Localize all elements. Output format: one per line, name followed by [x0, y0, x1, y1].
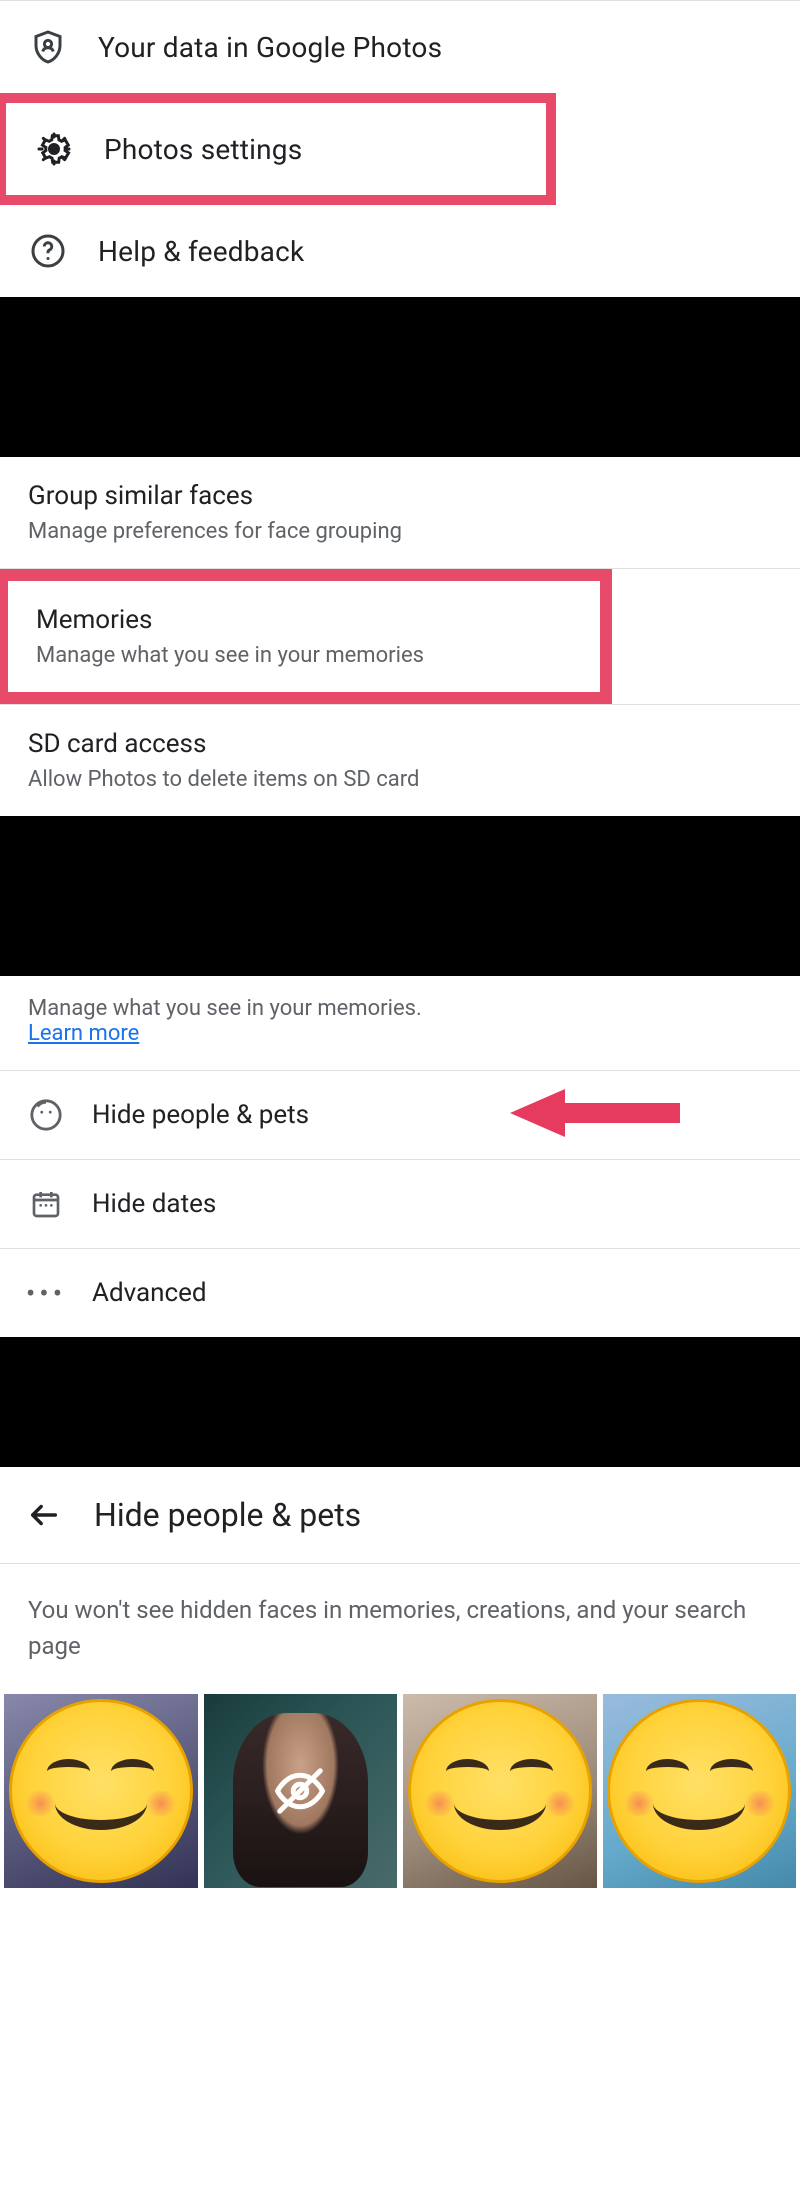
memories-description: Manage what you see in your memories. [28, 996, 422, 1021]
calendar-icon [28, 1186, 64, 1222]
setting-title: Memories [36, 605, 572, 635]
setting-title: SD card access [28, 729, 772, 759]
more-dots-icon: ••• [28, 1275, 64, 1311]
setting-subtitle: Manage what you see in your memories [36, 643, 572, 668]
hidden-eye-icon [204, 1694, 398, 1888]
option-hide-dates[interactable]: Hide dates [0, 1160, 800, 1249]
setting-subtitle: Manage preferences for face grouping [28, 519, 772, 544]
callout-arrow-icon [510, 1083, 680, 1147]
face-tile[interactable] [603, 1694, 797, 1888]
setting-subtitle: Allow Photos to delete items on SD card [28, 767, 772, 792]
menu-item-your-data[interactable]: Your data in Google Photos [0, 1, 800, 93]
menu-item-label: Your data in Google Photos [98, 31, 442, 64]
page-header: Hide people & pets [0, 1467, 800, 1564]
faces-grid [0, 1694, 800, 1892]
option-advanced[interactable]: ••• Advanced [0, 1249, 800, 1337]
hide-people-info: You won't see hidden faces in memories, … [0, 1564, 800, 1694]
highlight-memories: Memories Manage what you see in your mem… [0, 569, 612, 704]
gear-icon [34, 129, 74, 169]
redaction-band [0, 816, 800, 976]
menu-item-label: Photos settings [104, 133, 302, 166]
emoji-face-icon [607, 1699, 791, 1883]
memories-description-block: Manage what you see in your memories. Le… [0, 976, 800, 1071]
option-label: Hide dates [92, 1189, 216, 1219]
shield-privacy-icon [28, 27, 68, 67]
emoji-face-icon [408, 1699, 592, 1883]
setting-group-similar-faces[interactable]: Group similar faces Manage preferences f… [0, 457, 800, 569]
face-outline-icon [28, 1097, 64, 1133]
option-label: Advanced [92, 1278, 207, 1308]
page-title: Hide people & pets [94, 1496, 361, 1534]
setting-memories[interactable]: Memories Manage what you see in your mem… [8, 581, 600, 692]
setting-sd-card[interactable]: SD card access Allow Photos to delete it… [0, 704, 800, 816]
redaction-band [0, 1337, 800, 1467]
help-icon [28, 231, 68, 271]
face-tile[interactable] [403, 1694, 597, 1888]
setting-title: Group similar faces [28, 481, 772, 511]
back-button[interactable] [24, 1495, 64, 1535]
option-label: Hide people & pets [92, 1100, 309, 1130]
face-tile-hidden[interactable] [204, 1694, 398, 1888]
menu-item-help-feedback[interactable]: Help & feedback [0, 205, 800, 297]
learn-more-link[interactable]: Learn more [28, 1021, 139, 1046]
face-tile[interactable] [4, 1694, 198, 1888]
option-hide-people-pets[interactable]: Hide people & pets [0, 1071, 800, 1160]
menu-item-photos-settings[interactable]: Photos settings [6, 103, 546, 195]
emoji-face-icon [9, 1699, 193, 1883]
menu-item-label: Help & feedback [98, 235, 304, 268]
redaction-band [0, 297, 800, 457]
highlight-photos-settings: Photos settings [0, 93, 556, 205]
